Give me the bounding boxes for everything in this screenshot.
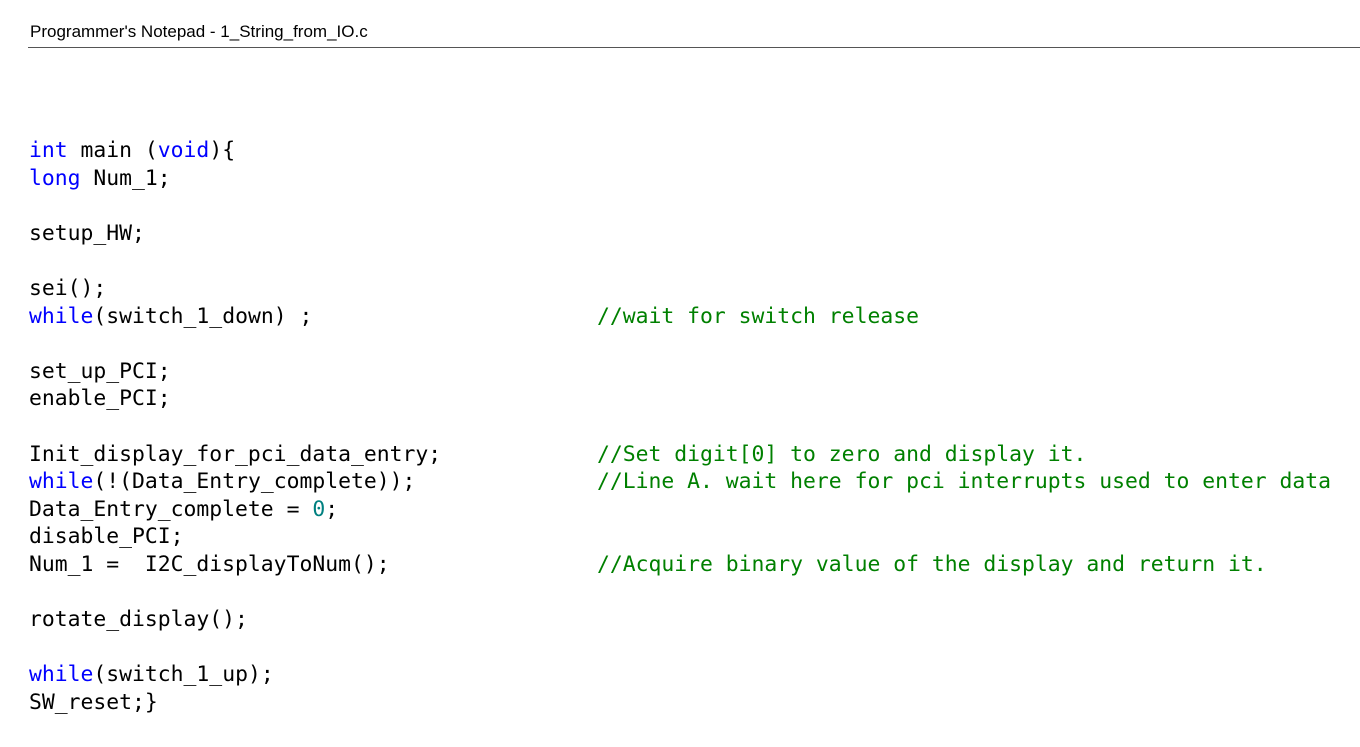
code-line[interactable]: Num_1 = I2C_displayToNum(); //Acquire bin…	[29, 551, 1359, 579]
code-line[interactable]: int main (void){	[29, 137, 1359, 165]
code-comment: //Line A. wait here for pci interrupts u…	[597, 469, 1332, 495]
code-line[interactable]	[29, 579, 1359, 607]
code-line[interactable]: Data_Entry_complete = 0;	[29, 496, 1359, 524]
code-line[interactable]: Init_display_for_pci_data_entry; //Set di…	[29, 441, 1359, 469]
code-comment: //Set digit[0] to zero and display it.	[597, 441, 1087, 467]
code-line[interactable]	[29, 634, 1359, 662]
app-window: Programmer's Notepad - 1_String_from_IO.…	[0, 0, 1360, 747]
code-text: ){	[209, 138, 236, 163]
number-literal: 0	[312, 496, 326, 522]
code-line[interactable]: enable_PCI;	[29, 385, 1359, 413]
code-text: disable_PCI;	[29, 524, 184, 550]
code-text: Data_Entry_complete =	[29, 496, 313, 522]
code-line[interactable]: long Num_1;	[29, 165, 1359, 193]
code-line[interactable]: while(!(Data_Entry_complete)); //Line A. …	[29, 468, 1359, 496]
keyword: long	[29, 165, 81, 191]
keyword: while	[29, 303, 94, 329]
window-title: Programmer's Notepad - 1_String_from_IO.…	[30, 22, 368, 41]
title-bar: Programmer's Notepad - 1_String_from_IO.…	[28, 18, 1360, 48]
code-line[interactable]	[29, 192, 1359, 220]
code-line[interactable]: SW_reset;}	[29, 689, 1359, 717]
keyword: while	[29, 469, 94, 495]
code-comment: //Acquire binary value of the display an…	[597, 551, 1267, 577]
code-line[interactable]: while(switch_1_down) ; //wait for switch …	[29, 303, 1359, 331]
code-text: main (	[67, 138, 158, 163]
code-text: setup_HW;	[29, 220, 145, 246]
code-editor[interactable]: int main (void){ long Num_1; setup_HW; s…	[29, 137, 1359, 737]
code-text: (switch_1_up);	[93, 662, 274, 688]
code-line[interactable]	[29, 330, 1359, 358]
code-text: set_up_PCI;	[29, 358, 171, 384]
keyword: while	[29, 662, 94, 688]
code-line[interactable]	[29, 413, 1359, 441]
code-comment: //wait for switch release	[597, 303, 919, 329]
code-text: Num_1;	[80, 165, 171, 191]
keyword: int	[29, 138, 68, 163]
code-text: ;	[325, 496, 339, 522]
code-line[interactable]: set_up_PCI;	[29, 358, 1359, 386]
code-text: sei();	[29, 275, 107, 301]
keyword: void	[157, 138, 210, 163]
code-text: (switch_1_down) ;	[93, 303, 313, 329]
code-text: SW_reset;}	[29, 689, 158, 715]
code-line[interactable]: sei();	[29, 275, 1359, 303]
code-text: Init_display_for_pci_data_entry;	[29, 441, 442, 467]
code-text: (!(Data_Entry_complete));	[93, 469, 416, 495]
code-line[interactable]: while(switch_1_up);	[29, 661, 1359, 689]
code-line[interactable]	[29, 247, 1359, 275]
code-line[interactable]: disable_PCI;	[29, 523, 1359, 551]
code-line[interactable]: setup_HW;	[29, 220, 1359, 248]
code-text: enable_PCI;	[29, 386, 171, 412]
code-text: rotate_display();	[29, 607, 248, 633]
code-text: Num_1 = I2C_displayToNum();	[29, 551, 390, 577]
code-line[interactable]: rotate_display();	[29, 606, 1359, 634]
